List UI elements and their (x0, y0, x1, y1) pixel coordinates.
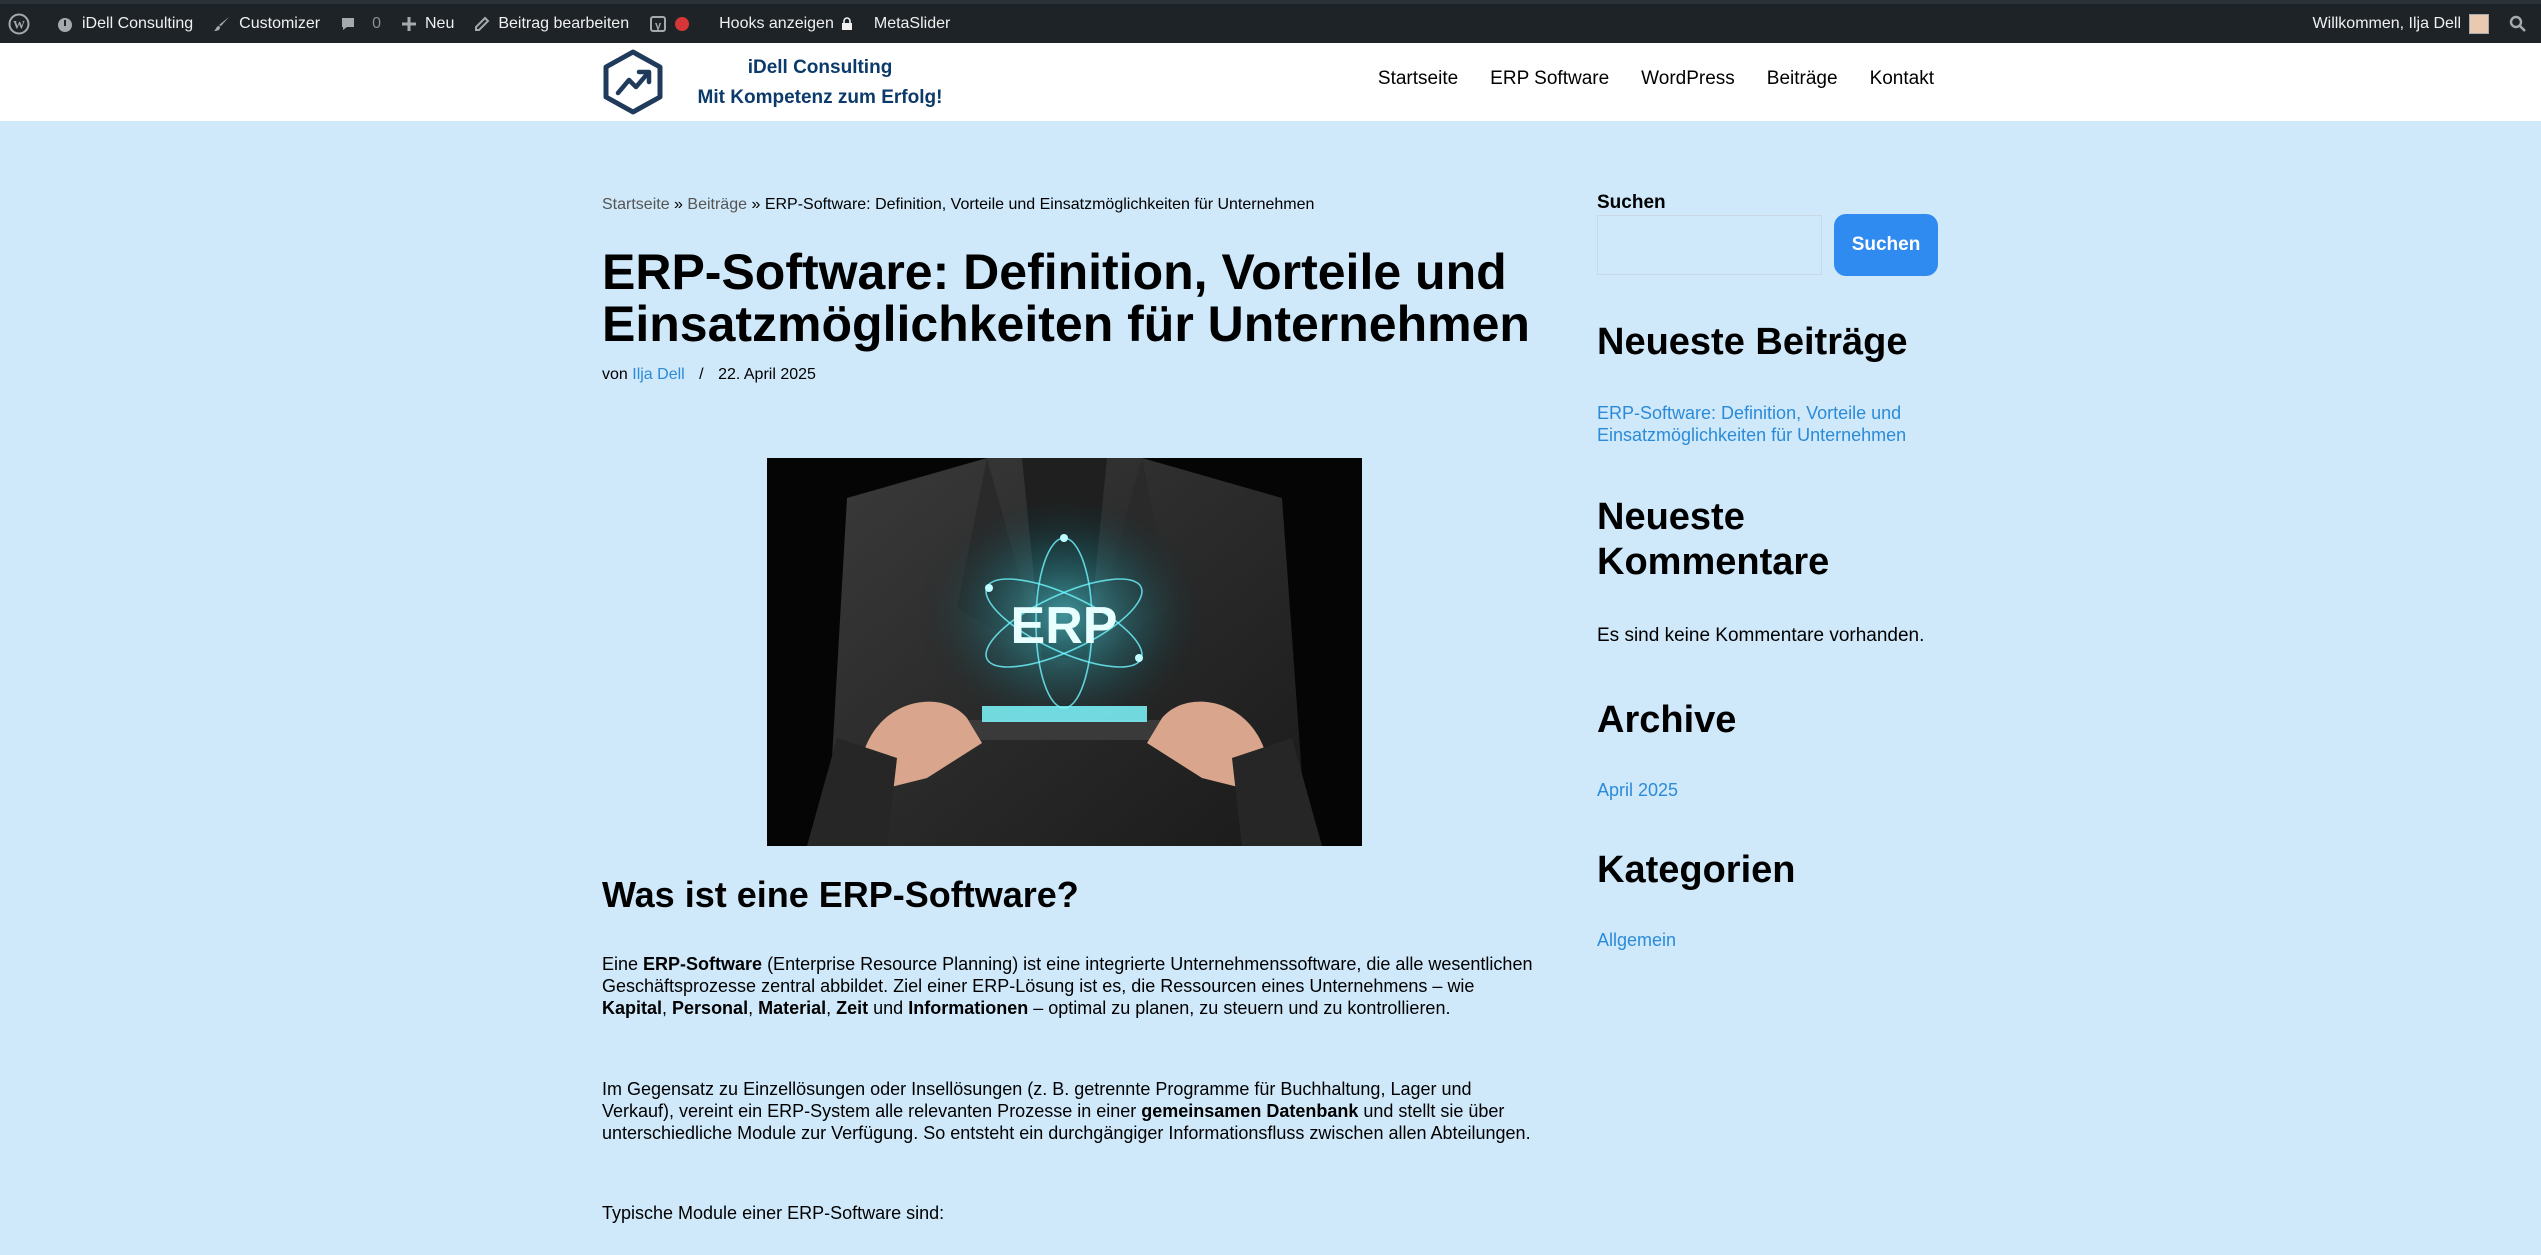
svg-text:W: W (13, 17, 25, 31)
dashboard-icon (58, 17, 72, 32)
adminbar-new-link[interactable]: Neu (391, 4, 464, 43)
breadcrumb-home[interactable]: Startseite (602, 196, 670, 213)
nav-item-beitraege[interactable]: Beiträge (1767, 68, 1838, 90)
bold-text: Informationen (908, 998, 1029, 1018)
adminbar-hooks-link[interactable]: Hooks anzeigen (709, 4, 864, 43)
pencil-icon (475, 16, 490, 31)
breadcrumb-posts[interactable]: Beiträge (687, 196, 747, 213)
section-heading: Was ist eine ERP-Software? (602, 874, 1079, 915)
brush-icon (214, 16, 230, 31)
nav-item-erp-software[interactable]: ERP Software (1490, 68, 1609, 90)
post-date: 22. April 2025 (718, 366, 816, 383)
site-tagline: Mit Kompetenz zum Erfolg! (697, 87, 943, 108)
text-run: Eine (602, 954, 644, 974)
yoast-icon: y (650, 15, 667, 32)
site-logo-icon[interactable] (602, 49, 664, 115)
search-input[interactable] (1597, 215, 1822, 275)
adminbar-hooks-label: Hooks anzeigen (719, 14, 834, 32)
paragraph-3: Typische Module einer ERP-Software sind: (602, 1203, 945, 1223)
plus-icon (401, 16, 416, 31)
adminbar-customizer-link[interactable]: Customizer (203, 4, 330, 43)
text-run: , (826, 998, 837, 1018)
adminbar-metaslider-label: MetaSlider (873, 14, 951, 32)
bold-text: Kapital (602, 998, 663, 1018)
archive-link[interactable]: April 2025 (1597, 779, 1937, 801)
paragraph-1: Eine ERP-Software (Enterprise Resource P… (602, 953, 1542, 1019)
adminbar-welcome-label: Willkommen, Ilja Dell (2312, 14, 2461, 32)
nav-item-kontakt[interactable]: Kontakt (1870, 68, 1934, 90)
adminbar-metaslider-link[interactable]: MetaSlider (864, 4, 960, 43)
archive-heading: Archive (1597, 699, 1737, 741)
breadcrumb: Startseite » Beiträge » ERP-Software: De… (602, 196, 1314, 214)
bold-text: gemeinsamen Datenbank (1141, 1101, 1359, 1121)
breadcrumb-current: ERP-Software: Definition, Vorteile und E… (764, 196, 1315, 213)
adminbar-account-link[interactable]: Willkommen, Ilja Dell (2303, 4, 2499, 43)
categories-heading: Kategorien (1597, 849, 1796, 891)
bold-text: ERP-Software (643, 954, 763, 974)
text-run: – optimal zu planen, zu steuern und zu k… (1028, 998, 1451, 1018)
post-author-link[interactable]: Ilja Dell (632, 366, 684, 383)
search-icon (2509, 15, 2526, 32)
text-run: und (868, 998, 909, 1018)
paragraph-2: Im Gegensatz zu Einzellösungen oder Inse… (602, 1078, 1542, 1144)
site-title: iDell Consulting (747, 57, 893, 78)
nav-item-wordpress[interactable]: WordPress (1641, 68, 1735, 90)
wordpress-logo-icon[interactable]: W (0, 4, 46, 43)
bold-text: Zeit (836, 998, 869, 1018)
meta-separator: / (699, 366, 704, 383)
site-header: iDell Consulting Mit Kompetenz zum Erfol… (0, 43, 2541, 121)
search-label: Suchen (1597, 192, 1666, 213)
lock-icon (841, 16, 852, 30)
bold-text: Personal (672, 998, 749, 1018)
main-navigation: Startseite ERP Software WordPress Beiträ… (1378, 68, 1934, 90)
adminbar-edit-post-link[interactable]: Beitrag bearbeiten (464, 4, 639, 43)
adminbar-site-label: iDell Consulting (82, 14, 194, 32)
image-erp-label: ERP (1011, 597, 1118, 655)
text-run: , (748, 998, 759, 1018)
recent-post-link[interactable]: ERP-Software: Definition, Vorteile und E… (1597, 402, 1937, 446)
post-meta-by: von (602, 366, 628, 383)
nav-item-startseite[interactable]: Startseite (1378, 68, 1458, 90)
comments-count: 0 (372, 14, 381, 32)
admin-bar: W iDell Consulting Customizer 0 Neu Beit… (0, 0, 2541, 43)
recent-comments-heading: Neueste Kommentare (1597, 496, 1830, 583)
bold-text: Material (758, 998, 827, 1018)
breadcrumb-separator: » (674, 196, 683, 213)
post-meta: von Ilja Dell / 22. April 2025 (602, 366, 816, 384)
svg-text:y: y (655, 20, 662, 32)
category-link[interactable]: Allgemein (1597, 929, 1937, 951)
comment-icon (342, 17, 355, 30)
no-comments-text: Es sind keine Kommentare vorhanden. (1597, 625, 1925, 646)
text-run: , (662, 998, 673, 1018)
seo-status-dot-icon (675, 16, 690, 31)
adminbar-customizer-label: Customizer (239, 14, 321, 32)
page-title: ERP-Software: Definition, Vorteile und E… (602, 244, 1530, 352)
search-button[interactable]: Suchen (1834, 214, 1938, 276)
adminbar-yoast-link[interactable]: y (639, 4, 709, 43)
adminbar-edit-post-label: Beitrag bearbeiten (498, 14, 630, 32)
avatar (2469, 13, 2489, 34)
adminbar-site-link[interactable]: iDell Consulting (46, 4, 203, 43)
adminbar-search-button[interactable] (2499, 4, 2541, 43)
adminbar-comments-link[interactable]: 0 (330, 4, 391, 43)
breadcrumb-separator: » (751, 196, 761, 213)
site-brand[interactable]: iDell Consulting Mit Kompetenz zum Erfol… (690, 53, 950, 113)
recent-posts-heading: Neueste Beiträge (1597, 321, 1908, 363)
adminbar-new-label: Neu (424, 14, 455, 32)
featured-image: ERP (767, 458, 1362, 846)
